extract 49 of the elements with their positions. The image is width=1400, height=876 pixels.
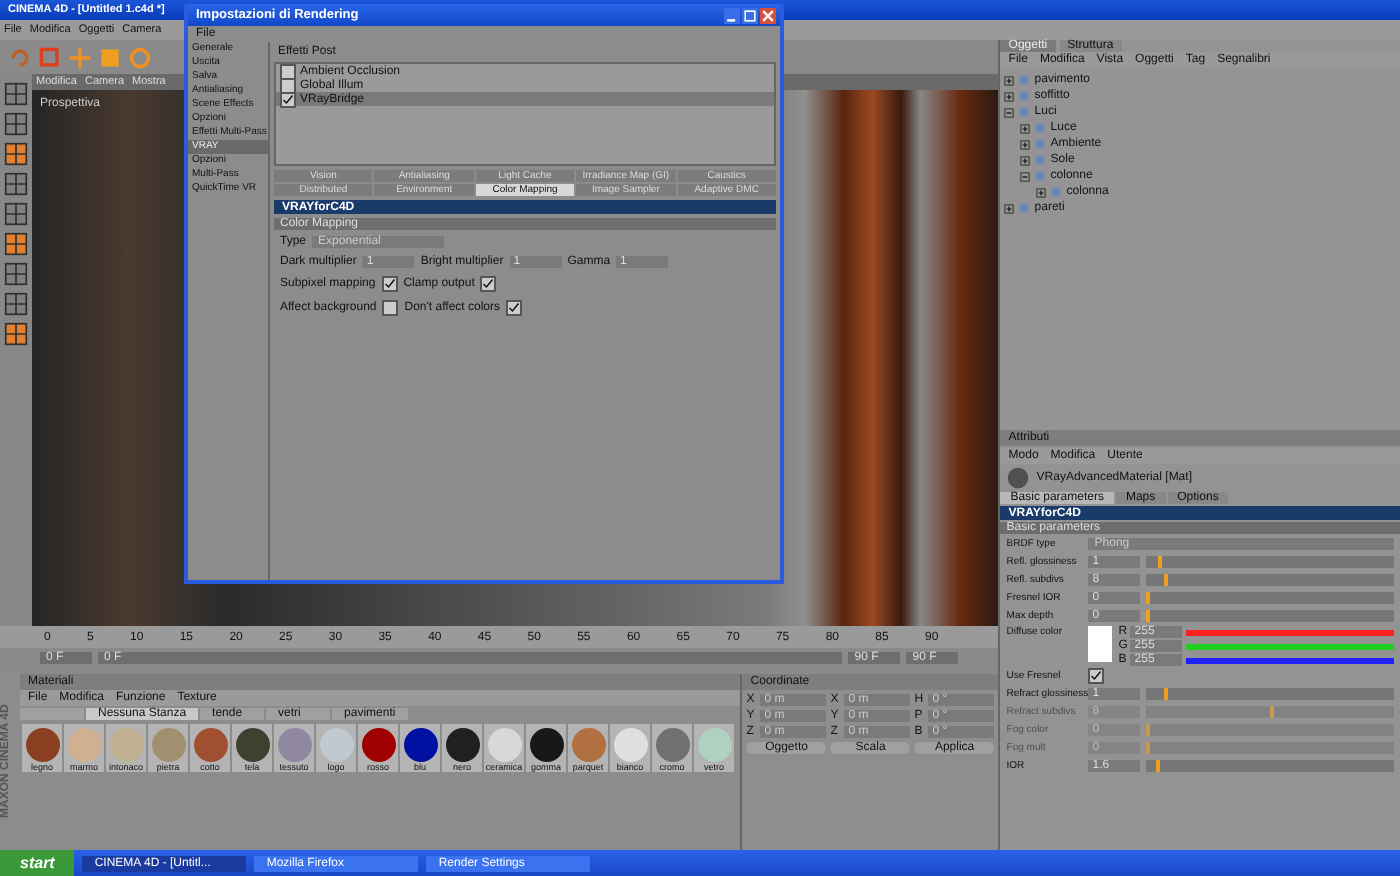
- slider-thumb[interactable]: [1158, 556, 1163, 568]
- expand-icon[interactable]: [1036, 187, 1047, 197]
- grid-icon[interactable]: [4, 322, 28, 346]
- checkbox[interactable]: [506, 300, 522, 316]
- expand-icon[interactable]: [1004, 75, 1015, 85]
- slider-track[interactable]: [1146, 574, 1394, 586]
- checkbox[interactable]: [382, 300, 399, 316]
- expand-icon[interactable]: [1020, 155, 1031, 165]
- color-swatch[interactable]: [1088, 626, 1113, 662]
- collapse-icon[interactable]: [1020, 171, 1031, 181]
- color-slider[interactable]: [1186, 643, 1394, 649]
- grid-icon[interactable]: [4, 112, 28, 136]
- slider-track[interactable]: [1146, 706, 1394, 718]
- start-button[interactable]: start: [0, 850, 75, 876]
- color-slider[interactable]: [1186, 657, 1394, 663]
- slider-track[interactable]: [1146, 610, 1394, 622]
- close-icon[interactable]: [760, 7, 776, 23]
- slider-track[interactable]: [1146, 760, 1394, 772]
- slider-track[interactable]: [1146, 724, 1394, 736]
- slider-track[interactable]: [1146, 556, 1394, 568]
- grid-icon[interactable]: [4, 142, 28, 166]
- grid-icon[interactable]: [4, 172, 28, 196]
- expand-icon[interactable]: [1004, 91, 1015, 101]
- checkbox[interactable]: [480, 276, 497, 292]
- slider-thumb[interactable]: [1146, 610, 1151, 622]
- expand-icon[interactable]: [1020, 139, 1031, 149]
- minimize-icon[interactable]: [724, 7, 740, 23]
- checkbox[interactable]: [381, 276, 398, 292]
- slider-track[interactable]: [1146, 742, 1394, 754]
- null-object-icon: [1018, 202, 1031, 214]
- grid-icon[interactable]: [4, 232, 28, 256]
- grid-icon[interactable]: [4, 82, 28, 106]
- maximize-icon[interactable]: [742, 7, 758, 23]
- slider-thumb[interactable]: [1146, 592, 1151, 604]
- slider-thumb[interactable]: [1163, 688, 1168, 700]
- grid-icon[interactable]: [4, 202, 28, 226]
- slider-track[interactable]: [1146, 688, 1394, 700]
- color-slider[interactable]: [1186, 629, 1394, 635]
- grid-icon[interactable]: [4, 262, 28, 286]
- checkbox[interactable]: [1088, 668, 1105, 684]
- checkbox[interactable]: [280, 63, 296, 79]
- slider-track[interactable]: [1146, 592, 1394, 604]
- collapse-icon[interactable]: [1004, 107, 1015, 117]
- expand-icon[interactable]: [1004, 203, 1015, 213]
- slider-thumb[interactable]: [1163, 574, 1168, 586]
- slider-thumb[interactable]: [1156, 760, 1161, 772]
- grid-icon[interactable]: [4, 292, 28, 316]
- material-icon: [1006, 466, 1031, 490]
- expand-icon[interactable]: [1020, 123, 1031, 133]
